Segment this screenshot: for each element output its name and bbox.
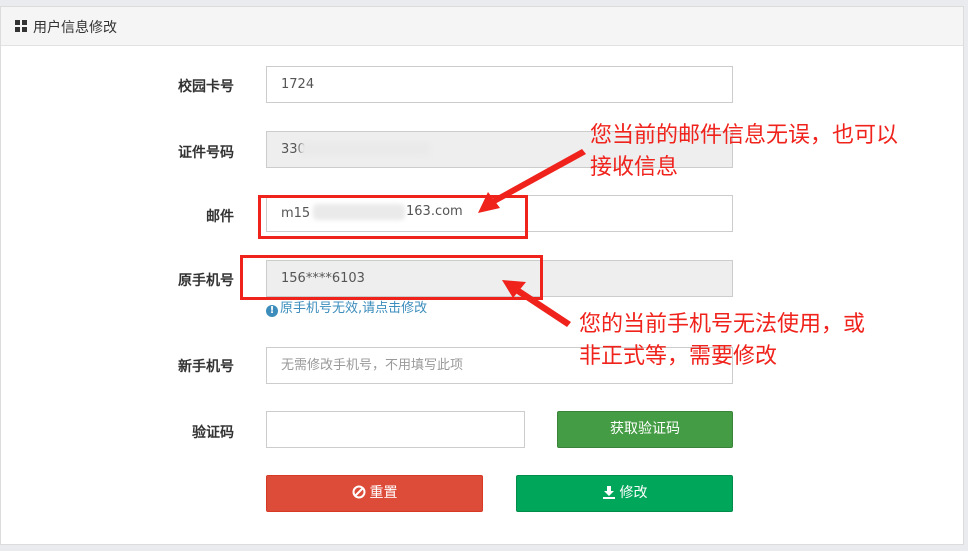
phone-highlight-box (240, 255, 543, 300)
panel-header: 用户信息修改 (1, 7, 963, 46)
info-icon: ! (266, 305, 278, 317)
email-annotation-line: 接收信息 (590, 155, 679, 180)
submit-label: 修改 (619, 485, 648, 501)
hint-text: 原手机号无效,请点击修改 (280, 301, 428, 316)
email-annotation-line: 您当前的邮件信息无误，也可以 (590, 123, 899, 148)
email-label: 邮件 (206, 209, 234, 225)
panel-title: 用户信息修改 (33, 20, 117, 36)
email-annotation: 您当前的邮件信息无误，也可以 接收信息 (590, 120, 898, 184)
email-highlight-box (258, 195, 528, 239)
ban-icon (352, 485, 365, 499)
id-number-label: 证件号码 (178, 145, 234, 161)
campus-card-label: 校园卡号 (178, 79, 234, 95)
redaction-blur (300, 142, 430, 156)
get-code-button[interactable]: 获取验证码 (557, 411, 733, 448)
phone-annotation: 您的当前手机号无法使用，或 非正式等，需要修改 (579, 309, 865, 373)
campus-card-input[interactable] (266, 66, 733, 103)
grid-icon (15, 20, 27, 32)
phone-annotation-line: 您的当前手机号无法使用，或 (579, 312, 866, 337)
old-phone-label: 原手机号 (178, 273, 234, 289)
edit-phone-hint-link[interactable]: ! 原手机号无效,请点击修改 (266, 297, 427, 317)
new-phone-label: 新手机号 (178, 359, 234, 375)
verify-code-input[interactable] (266, 411, 525, 448)
phone-annotation-line: 非正式等，需要修改 (579, 344, 778, 369)
submit-button[interactable]: 修改 (516, 475, 733, 512)
reset-label: 重置 (369, 485, 398, 501)
reset-button[interactable]: 重置 (266, 475, 483, 512)
download-icon (602, 486, 615, 499)
verify-code-label: 验证码 (192, 425, 234, 441)
